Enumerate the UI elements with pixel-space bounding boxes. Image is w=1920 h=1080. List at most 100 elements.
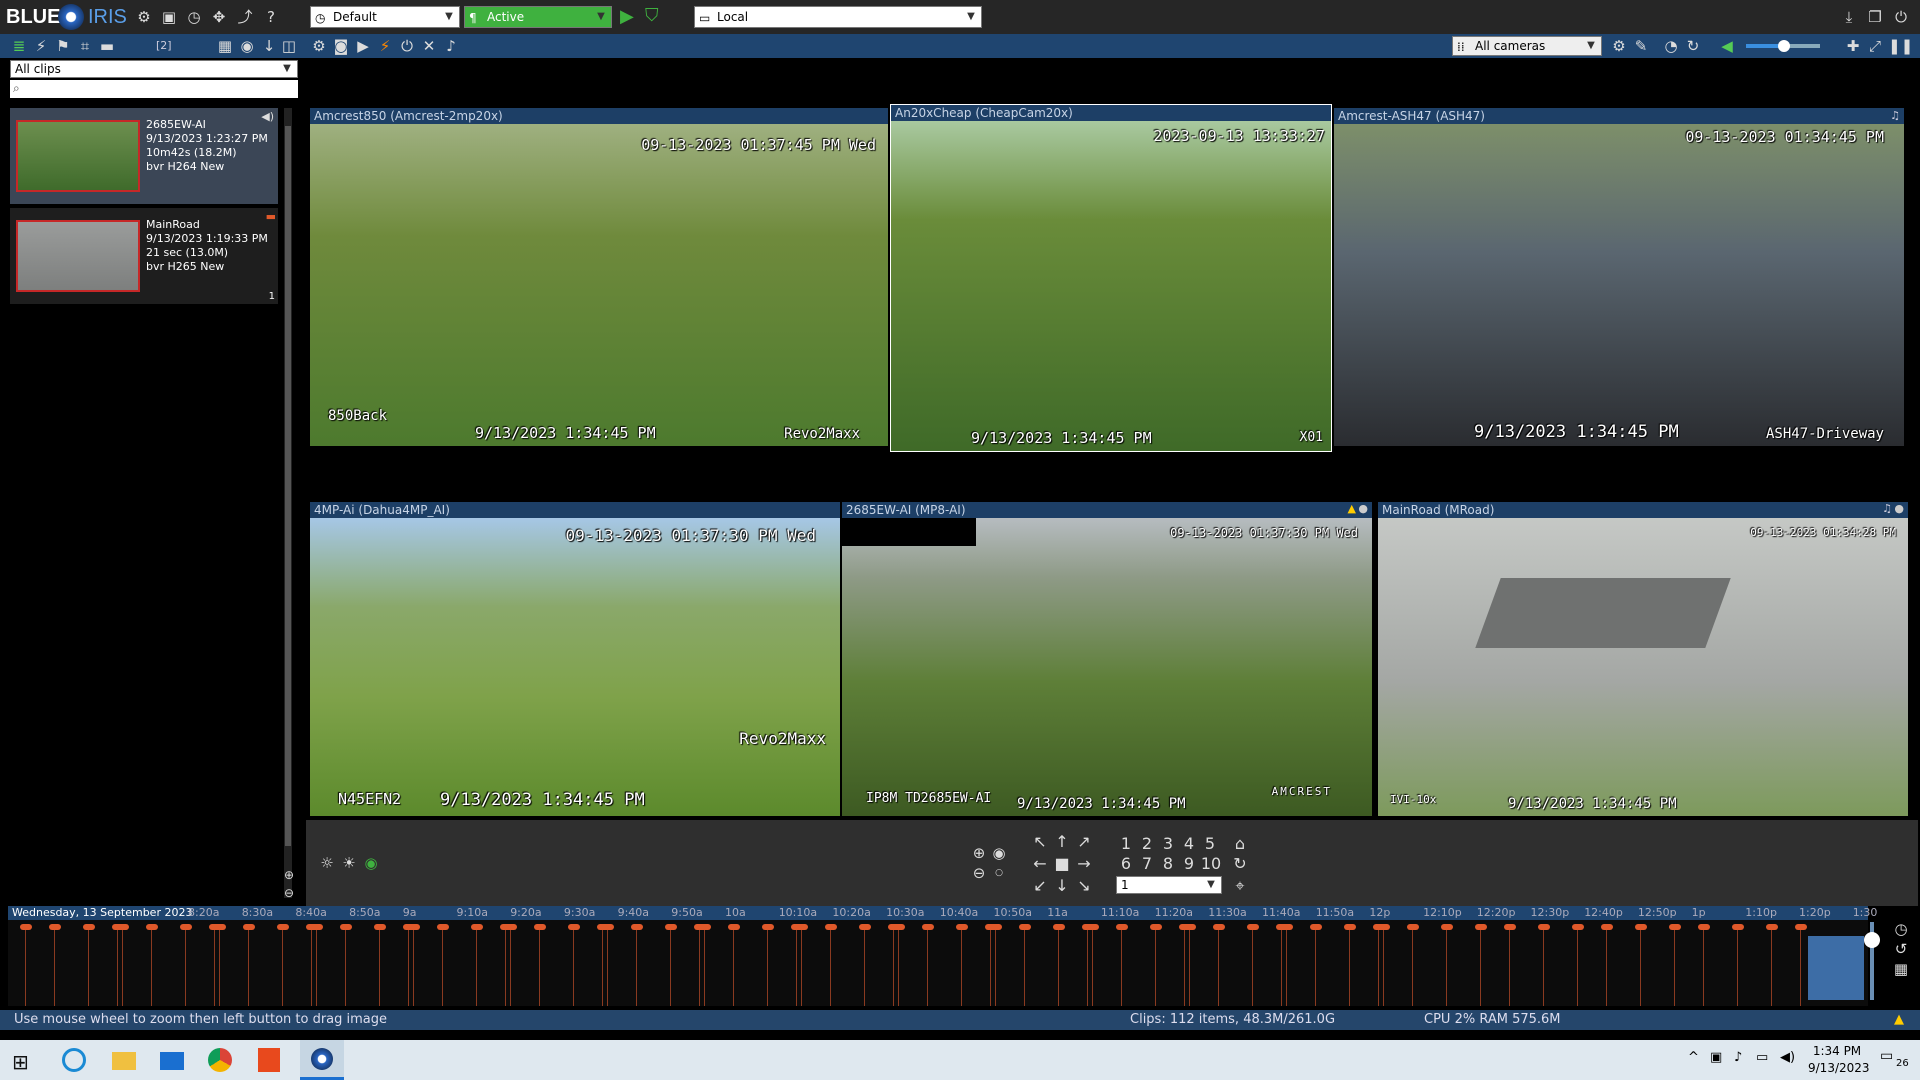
timeline-event-marker[interactable] <box>665 924 677 930</box>
network-icon[interactable]: ▭ <box>1756 1050 1768 1065</box>
eye-icon[interactable]: ◉ <box>990 844 1008 862</box>
play-icon[interactable]: ▶ <box>620 6 634 27</box>
timeline-event-marker[interactable] <box>1213 924 1225 930</box>
preset-button[interactable]: 4 <box>1179 834 1199 853</box>
timeline-event-marker[interactable] <box>922 924 934 930</box>
edge-icon[interactable] <box>62 1048 86 1072</box>
timeline-event-marker[interactable] <box>1766 924 1778 930</box>
cam-settings-icon[interactable]: ⚙ <box>310 37 328 55</box>
file-explorer-icon[interactable] <box>112 1052 136 1070</box>
scroll-thumb[interactable] <box>285 126 291 846</box>
restore-window-icon[interactable]: ❐ <box>1866 8 1884 26</box>
volume-thumb[interactable] <box>1778 40 1790 52</box>
timeline-event-marker[interactable] <box>1538 924 1550 930</box>
ptz-up-icon[interactable]: ↑ <box>1052 832 1072 851</box>
timeline-event-marker[interactable] <box>20 924 32 930</box>
timeline-event-marker[interactable] <box>180 924 192 930</box>
clock-icon[interactable]: ◷ <box>1892 920 1910 938</box>
timeline-event-marker[interactable] <box>437 924 449 930</box>
zoom-out-icon[interactable]: ⊖ <box>280 884 298 902</box>
timeline-event-marker[interactable] <box>340 924 352 930</box>
microphone-icon[interactable]: ♪ <box>442 37 460 55</box>
focus-icon[interactable]: ○ <box>990 864 1008 882</box>
timeline-event-marker[interactable] <box>534 924 546 930</box>
timeline-event-marker[interactable] <box>1601 924 1613 930</box>
blue-iris-taskbar-icon[interactable] <box>300 1040 344 1080</box>
timeline-event-marker[interactable] <box>1795 924 1807 930</box>
timeline-event-marker[interactable] <box>1344 924 1356 930</box>
clip-search-input[interactable]: ⌕ <box>10 80 298 98</box>
webcam-icon[interactable]: ◔ <box>1662 37 1680 55</box>
timeline-event-marker[interactable] <box>597 924 609 930</box>
timeline[interactable]: Wednesday, 13 September 2023 8:20a 8:30a 8… <box>8 906 1920 1008</box>
zoom-in-icon[interactable]: ⊕ <box>970 844 988 862</box>
calendar-icon[interactable]: ▦ <box>216 37 234 55</box>
timeline-event-marker[interactable] <box>956 924 968 930</box>
timeline-event-marker[interactable] <box>1732 924 1744 930</box>
ptz-right-icon[interactable]: → <box>1074 854 1094 873</box>
trigger-icon[interactable]: ⚡ <box>376 37 394 55</box>
notification-icon[interactable]: ▭ <box>1880 1048 1893 1064</box>
timeline-event-marker[interactable] <box>112 924 124 930</box>
camera-tile[interactable]: 2685EW-AI (MP8-AI) ▲ ● 09-13-2023 01:37:… <box>842 502 1372 816</box>
camera-tile-selected[interactable]: An20xCheap (CheapCam20x) 2023-09-13 13:3… <box>890 104 1332 452</box>
ptz-stop-icon[interactable]: ■ <box>1052 854 1072 873</box>
timeline-event-marker[interactable] <box>500 924 512 930</box>
brightness-down-icon[interactable]: ☼ <box>318 854 336 872</box>
tray-app-icon[interactable]: ▣ <box>1710 1050 1722 1065</box>
timeline-event-marker[interactable] <box>1572 924 1584 930</box>
preset-button[interactable]: 5 <box>1200 834 1220 853</box>
profile-select[interactable]: ◷ Default ▼ <box>310 6 460 28</box>
timeline-event-marker[interactable] <box>985 924 997 930</box>
location-pin-icon[interactable]: ◉ <box>362 854 380 872</box>
brightness-up-icon[interactable]: ☀ <box>340 854 358 872</box>
edit-icon[interactable]: ✎ <box>1632 37 1650 55</box>
preset-button[interactable]: 9 <box>1179 854 1199 873</box>
preset-button[interactable]: 10 <box>1198 854 1224 873</box>
flag-icon[interactable]: ⚑ <box>54 37 72 55</box>
clip-item[interactable]: 2685EW-AI 9/13/2023 1:23:27 PM 10m42s (1… <box>10 108 278 204</box>
undo-icon[interactable]: ↺ <box>1892 940 1910 958</box>
ptz-down-right-icon[interactable]: ↘ <box>1074 876 1094 895</box>
timeline-event-marker[interactable] <box>1276 924 1288 930</box>
timeline-event-marker[interactable] <box>631 924 643 930</box>
timeline-cursor-handle[interactable] <box>1808 936 1864 1000</box>
schedule-select[interactable]: ¶ Active ▼ <box>464 6 612 28</box>
timeline-event-marker[interactable] <box>1053 924 1065 930</box>
timeline-event-marker[interactable] <box>1082 924 1094 930</box>
ptz-down-left-icon[interactable]: ↙ <box>1030 876 1050 895</box>
volume-icon[interactable]: ◀) <box>1780 1050 1795 1065</box>
windows-start-icon[interactable]: ⊞ <box>12 1050 29 1074</box>
mail-icon[interactable] <box>160 1052 184 1070</box>
help-icon[interactable]: ? <box>262 8 280 26</box>
timeline-event-marker[interactable] <box>374 924 386 930</box>
timeline-event-marker[interactable] <box>1407 924 1419 930</box>
pause-icon[interactable]: ❚❚ <box>1888 37 1913 55</box>
ptz-up-left-icon[interactable]: ↖ <box>1030 832 1050 851</box>
preset-button[interactable]: 2 <box>1137 834 1157 853</box>
clock-icon[interactable]: ◷ <box>185 8 203 26</box>
clip-item[interactable]: MainRoad 9/13/2023 1:19:33 PM 21 sec (13… <box>10 208 278 304</box>
cam-power-icon[interactable]: ⏻ <box>398 37 416 55</box>
timeline-event-marker[interactable] <box>825 924 837 930</box>
camera-tile[interactable]: 4MP-Ai (Dahua4MP_AI) 09-13-2023 01:37:30… <box>310 502 840 816</box>
camera-tile[interactable]: Amcrest-ASH47 (ASH47) ♫ 09-13-2023 01:34… <box>1334 108 1904 446</box>
settings-gear-icon[interactable]: ⚙ <box>135 8 153 26</box>
timeline-event-marker[interactable] <box>83 924 95 930</box>
move-icon[interactable]: ✥ <box>210 8 228 26</box>
preset-button[interactable]: 1 <box>1116 834 1136 853</box>
download-icon[interactable]: ⤓ <box>1840 8 1858 26</box>
timeline-event-marker[interactable] <box>1247 924 1259 930</box>
folder-icon[interactable]: ▬ <box>98 37 116 55</box>
db-icon[interactable]: ◉ <box>238 37 256 55</box>
timeline-event-marker[interactable] <box>888 924 900 930</box>
timeline-event-marker[interactable] <box>1635 924 1647 930</box>
office-icon[interactable] <box>258 1048 280 1072</box>
ptz-left-icon[interactable]: ← <box>1030 854 1050 873</box>
timeline-event-marker[interactable] <box>1441 924 1453 930</box>
timeline-event-marker[interactable] <box>1669 924 1681 930</box>
clock-time[interactable]: 1:34 PM <box>1812 1044 1862 1058</box>
clips-scrollbar[interactable] <box>284 108 292 898</box>
volume-slider[interactable] <box>1746 40 1820 52</box>
snapshot-icon[interactable]: ◙ <box>332 37 350 55</box>
